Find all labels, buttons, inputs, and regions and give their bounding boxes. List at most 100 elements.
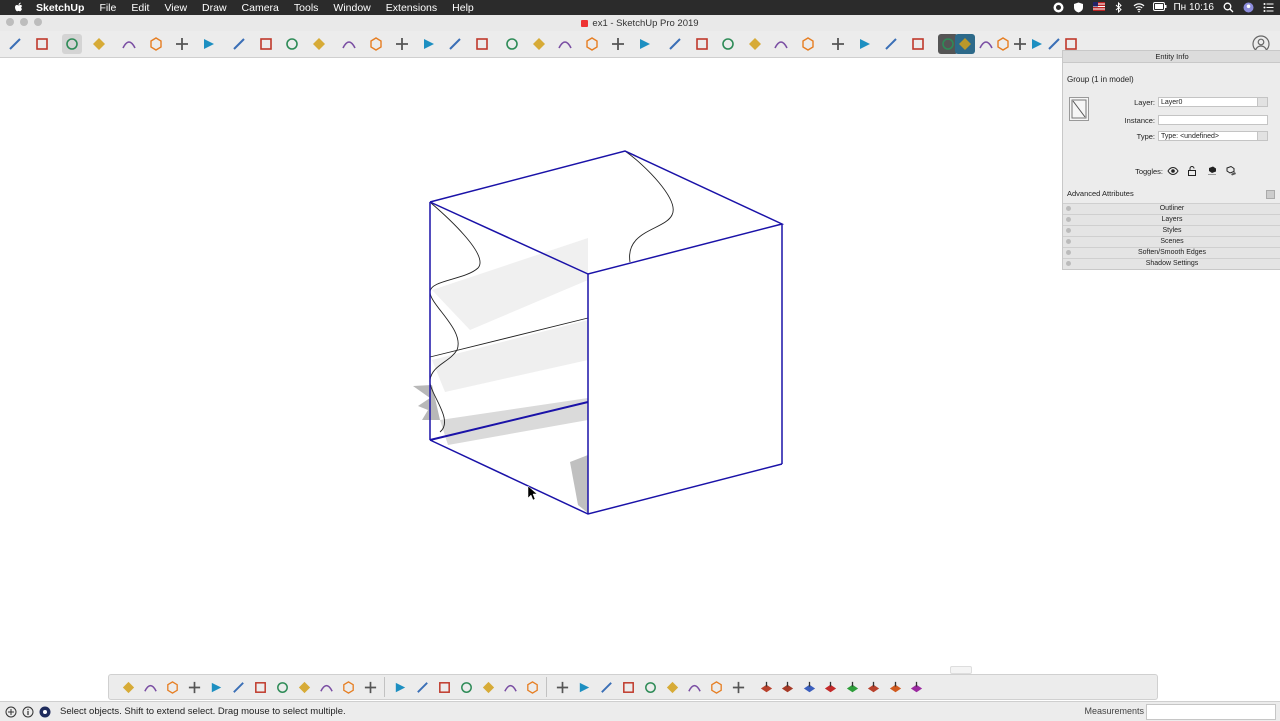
extension-warehouse-icon[interactable] (692, 34, 712, 54)
component-icon[interactable] (501, 678, 519, 696)
face-icon[interactable] (413, 678, 431, 696)
layer-select[interactable]: Layer0 (1158, 97, 1268, 107)
arc-icon[interactable] (146, 34, 166, 54)
box-icon[interactable] (457, 678, 475, 696)
move-icon[interactable] (256, 34, 276, 54)
visibility-toggle-eye-icon[interactable] (1167, 165, 1179, 177)
line-icon[interactable] (119, 34, 139, 54)
tray-scenes[interactable]: Scenes (1063, 236, 1280, 247)
sandbox-from-scratch-icon[interactable] (141, 678, 159, 696)
lock-toggle-icon[interactable] (1186, 165, 1198, 177)
axes-icon[interactable] (472, 34, 492, 54)
outer-shell-icon[interactable] (391, 678, 409, 696)
zoom-extents-icon[interactable] (635, 34, 655, 54)
smoove-icon[interactable] (163, 678, 181, 696)
select-icon[interactable] (62, 34, 82, 54)
render-go-icon[interactable] (779, 678, 797, 696)
render-setup-icon[interactable] (757, 678, 775, 696)
tray-shadow-settings[interactable]: Shadow Settings (1063, 258, 1280, 269)
menu-file[interactable]: File (99, 2, 116, 14)
tape-measure-icon[interactable] (366, 34, 386, 54)
scale-icon[interactable] (309, 34, 329, 54)
menu-help[interactable]: Help (452, 2, 474, 14)
spline-icon[interactable] (575, 678, 593, 696)
rotate-icon[interactable] (282, 34, 302, 54)
render-icon[interactable] (729, 678, 747, 696)
drape-icon[interactable] (207, 678, 225, 696)
record-icon[interactable] (1053, 2, 1064, 13)
entity-info-title[interactable]: Entity Info (1063, 51, 1280, 63)
solid-union-icon[interactable] (273, 678, 291, 696)
front-view-icon[interactable] (881, 34, 901, 54)
cube-icon[interactable] (435, 678, 453, 696)
geo-location-icon[interactable] (5, 706, 17, 718)
curve-icon[interactable] (523, 678, 541, 696)
advanced-attributes[interactable]: Advanced Attributes (1067, 189, 1134, 198)
render-batch-icon[interactable] (908, 678, 926, 696)
type-select[interactable]: Type: <undefined> (1158, 131, 1268, 141)
menu-tools[interactable]: Tools (294, 2, 319, 14)
left-view-icon[interactable] (955, 34, 975, 54)
wifi-icon[interactable] (1133, 2, 1145, 13)
measurements-input[interactable] (1146, 704, 1276, 720)
sandbox-from-contours-icon[interactable] (119, 678, 137, 696)
apple-icon[interactable] (12, 1, 26, 15)
solid-intersect-icon[interactable] (295, 678, 313, 696)
toolbar-grip[interactable] (950, 666, 972, 674)
display-section-icon[interactable] (798, 34, 818, 54)
solid-subtract-icon[interactable] (317, 678, 335, 696)
3d-text-icon[interactable] (502, 34, 522, 54)
notification-center-icon[interactable] (1263, 2, 1274, 13)
expand-icon[interactable] (1266, 190, 1275, 199)
right-view-icon[interactable] (908, 34, 928, 54)
redo-icon[interactable] (32, 34, 52, 54)
solid-trim-icon[interactable] (339, 678, 357, 696)
instance-field[interactable] (1158, 115, 1268, 125)
tray-styles[interactable]: Styles (1063, 225, 1280, 236)
ruby-icon[interactable] (745, 34, 765, 54)
menu-sketchup[interactable]: SketchUp (36, 2, 84, 14)
render-settings-icon[interactable] (822, 678, 840, 696)
text-icon[interactable] (445, 34, 465, 54)
render-materials-icon[interactable] (865, 678, 883, 696)
flag-icon[interactable] (1093, 2, 1106, 13)
group-icon[interactable] (479, 678, 497, 696)
spiral-icon[interactable] (707, 678, 725, 696)
menu-edit[interactable]: Edit (131, 2, 149, 14)
menu-extensions[interactable]: Extensions (386, 2, 437, 14)
menu-draw[interactable]: Draw (202, 2, 227, 14)
minimize-window-button[interactable] (20, 18, 28, 26)
tray-layers[interactable]: Layers (1063, 214, 1280, 225)
add-detail-icon[interactable] (229, 678, 247, 696)
iso-view-icon[interactable] (828, 34, 848, 54)
zigzag-icon[interactable] (641, 678, 659, 696)
push-pull-icon[interactable] (199, 34, 219, 54)
material-swatch[interactable] (1069, 97, 1089, 121)
dimension-icon[interactable] (392, 34, 412, 54)
tray-soften-edges[interactable]: Soften/Smooth Edges (1063, 247, 1280, 258)
cast-shadows-toggle-icon[interactable] (1225, 165, 1237, 177)
protractor-icon[interactable] (419, 34, 439, 54)
render-lights-icon[interactable] (843, 678, 861, 696)
close-window-button[interactable] (6, 18, 14, 26)
top-view-icon[interactable] (855, 34, 875, 54)
menu-window[interactable]: Window (333, 2, 370, 14)
warehouse-icon[interactable] (665, 34, 685, 54)
section-plane-icon[interactable] (771, 34, 791, 54)
layout-icon[interactable] (718, 34, 738, 54)
selected-group-cube[interactable] (429, 150, 785, 515)
credits-icon[interactable] (22, 706, 34, 718)
menubar-clock[interactable]: Пн 10:16 (1173, 2, 1214, 13)
render-stop-icon[interactable] (800, 678, 818, 696)
render-export-icon[interactable] (886, 678, 904, 696)
bezier-icon[interactable] (553, 678, 571, 696)
circle-icon[interactable] (619, 678, 637, 696)
follow-me-icon[interactable] (229, 34, 249, 54)
paint-bucket-icon[interactable] (529, 34, 549, 54)
menu-view[interactable]: View (164, 2, 187, 14)
spotlight-search-icon[interactable] (1223, 2, 1234, 13)
shield-icon[interactable] (1073, 2, 1084, 13)
zoom-window-button[interactable] (34, 18, 42, 26)
undo-icon[interactable] (5, 34, 25, 54)
weld-icon[interactable] (663, 678, 681, 696)
